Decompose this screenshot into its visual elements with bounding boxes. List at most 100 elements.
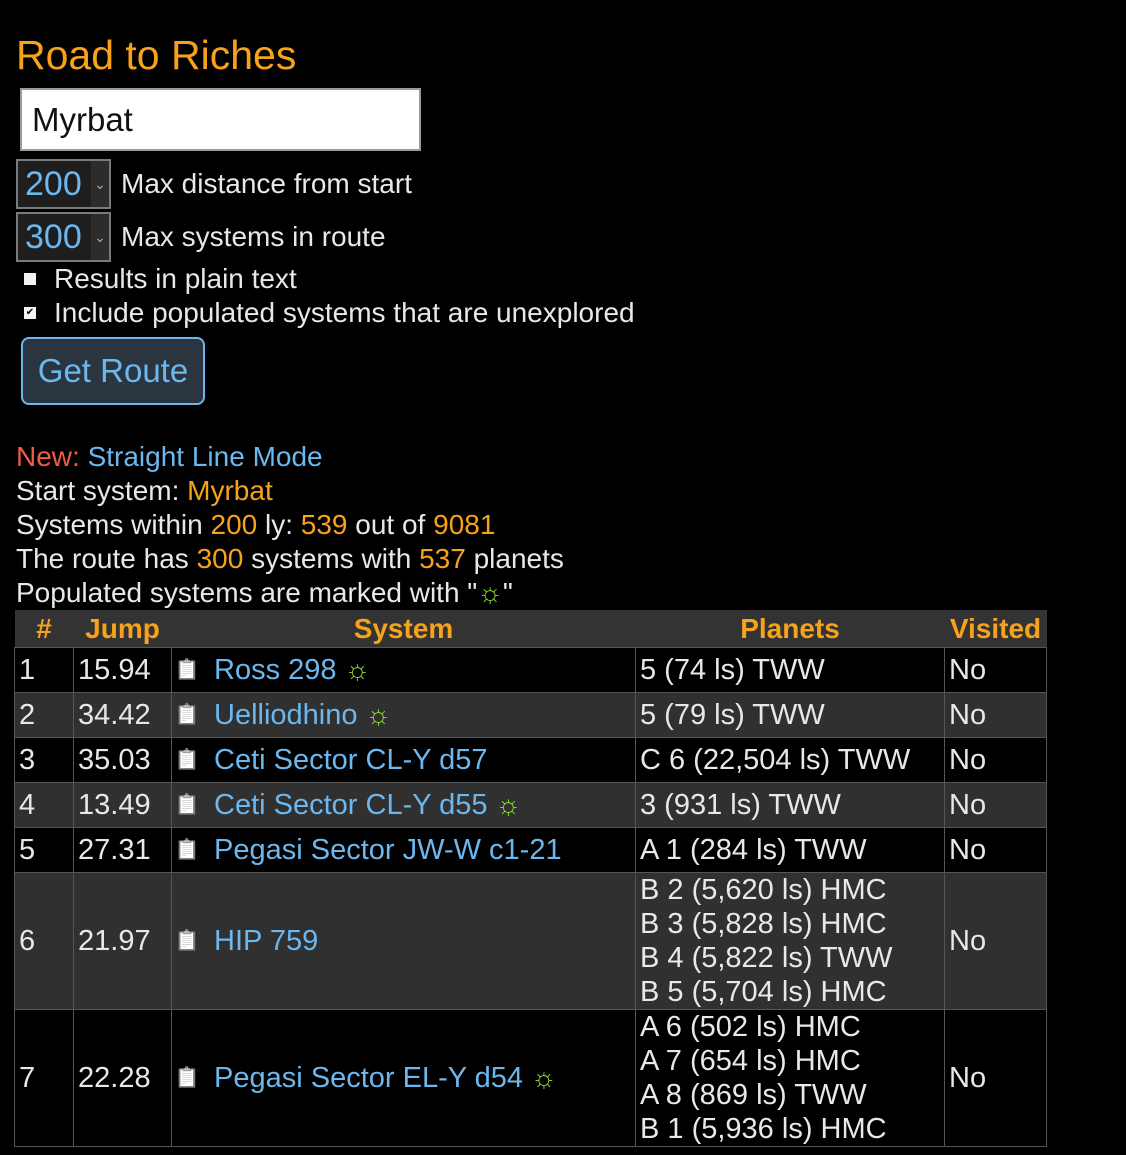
straight-line-mode-link[interactable]: Straight Line Mode bbox=[88, 441, 323, 472]
clipboard-icon[interactable]: 📋 bbox=[175, 1065, 200, 1091]
header-visited[interactable]: Visited bbox=[944, 610, 1047, 648]
new-mode-line: New: Straight Line Mode bbox=[16, 440, 323, 474]
include-unexplored-option: ✔ Include populated systems that are une… bbox=[24, 297, 635, 329]
system-cell-content: 📋 Ceti Sector CL-Y d55 ☼ bbox=[175, 788, 635, 822]
system-cell-content: 📋 Pegasi Sector JW-W c1-21 bbox=[175, 833, 635, 867]
cell-system: 📋 Uelliodhino ☼ bbox=[171, 692, 636, 738]
cell-visited[interactable]: No bbox=[944, 647, 1047, 693]
cell-jump: 35.03 bbox=[73, 737, 172, 783]
route-summary-mid: systems with bbox=[251, 543, 412, 574]
cell-jump: 27.31 bbox=[73, 827, 172, 873]
cell-jump: 22.28 bbox=[73, 1009, 172, 1147]
table-row: 1 15.94 📋 Ross 298 ☼ 5 (74 ls) TWW No bbox=[14, 647, 1047, 693]
clipboard-icon[interactable]: 📋 bbox=[175, 928, 200, 954]
max-systems-label: Max systems in route bbox=[121, 221, 386, 252]
cell-visited[interactable]: No bbox=[944, 737, 1047, 783]
max-distance-select[interactable]: 200 ⌄ bbox=[16, 159, 111, 209]
header-planets[interactable]: Planets bbox=[635, 610, 945, 648]
cell-visited[interactable]: No bbox=[944, 782, 1047, 828]
planet-entry: B 4 (5,822 ls) TWW bbox=[640, 942, 893, 974]
systems-within-text: Systems within bbox=[16, 509, 203, 540]
cell-planets: C 6 (22,504 ls) TWW bbox=[635, 737, 945, 783]
table-row: 3 35.03 📋 Ceti Sector CL-Y d57 C 6 (22,504 l… bbox=[14, 737, 1047, 783]
system-name-link[interactable]: HIP 759 bbox=[214, 924, 318, 958]
cell-visited[interactable]: No bbox=[944, 827, 1047, 873]
table-row: 7 22.28 📋 Pegasi Sector EL-Y d54 ☼ A 6 (502 l… bbox=[14, 1009, 1047, 1147]
route-planets-count: 537 bbox=[419, 543, 466, 574]
cell-planets: 3 (931 ls) TWW bbox=[635, 782, 945, 828]
clipboard-icon[interactable]: 📋 bbox=[175, 702, 200, 728]
systems-within-total: 9081 bbox=[433, 509, 496, 540]
cell-visited[interactable]: No bbox=[944, 872, 1047, 1010]
system-name-link[interactable]: Uelliodhino bbox=[214, 698, 358, 732]
system-cell-content: 📋 Ross 298 ☼ bbox=[175, 653, 635, 687]
cell-system: 📋 Ross 298 ☼ bbox=[171, 647, 636, 693]
route-summary-text: The route has bbox=[16, 543, 189, 574]
populated-legend-close: " bbox=[502, 577, 513, 608]
sun-icon: ☼ bbox=[477, 577, 503, 608]
planet-entry: B 2 (5,620 ls) HMC bbox=[640, 874, 887, 906]
cell-jump: 34.42 bbox=[73, 692, 172, 738]
system-name-link[interactable]: Ross 298 bbox=[214, 653, 337, 687]
cell-system: 📋 Pegasi Sector JW-W c1-21 bbox=[171, 827, 636, 873]
table-row: 2 34.42 📋 Uelliodhino ☼ 5 (79 ls) TWW No bbox=[14, 692, 1047, 738]
clipboard-icon[interactable]: 📋 bbox=[175, 837, 200, 863]
cell-visited[interactable]: No bbox=[944, 692, 1047, 738]
system-name-link[interactable]: Pegasi Sector EL-Y d54 bbox=[214, 1061, 523, 1095]
cell-num: 2 bbox=[14, 692, 74, 738]
systems-within-distance: 200 bbox=[210, 509, 258, 540]
max-systems-select[interactable]: 300 ⌄ bbox=[16, 212, 111, 262]
cell-jump: 21.97 bbox=[73, 872, 172, 1010]
clipboard-icon[interactable]: 📋 bbox=[175, 747, 200, 773]
cell-visited[interactable]: No bbox=[944, 1009, 1047, 1147]
cell-planets: 5 (74 ls) TWW bbox=[635, 647, 945, 693]
include-unexplored-label: Include populated systems that are unexp… bbox=[54, 297, 635, 328]
cell-system: 📋 Ceti Sector CL-Y d57 bbox=[171, 737, 636, 783]
systems-within-count: 539 bbox=[300, 509, 348, 540]
planet-entry: B 5 (5,704 ls) HMC bbox=[640, 976, 887, 1008]
plain-text-checkbox[interactable] bbox=[24, 273, 36, 285]
table-header-row: # Jump System Planets Visited bbox=[14, 610, 1047, 648]
cell-num: 5 bbox=[14, 827, 74, 873]
system-name-link[interactable]: Pegasi Sector JW-W c1-21 bbox=[214, 833, 562, 867]
chevron-down-icon: ⌄ bbox=[91, 161, 109, 207]
clipboard-icon[interactable]: 📋 bbox=[175, 657, 200, 683]
get-route-button[interactable]: Get Route bbox=[21, 337, 205, 405]
route-systems-count: 300 bbox=[196, 543, 244, 574]
plain-text-option: Results in plain text bbox=[24, 263, 297, 295]
include-unexplored-checkbox[interactable]: ✔ bbox=[24, 307, 36, 319]
header-jump[interactable]: Jump bbox=[73, 610, 172, 648]
sun-icon: ☼ bbox=[495, 789, 522, 820]
planet-entry: A 6 (502 ls) HMC bbox=[640, 1011, 861, 1043]
system-cell-content: 📋 Ceti Sector CL-Y d57 bbox=[175, 743, 635, 777]
planet-entry: A 7 (654 ls) HMC bbox=[640, 1045, 861, 1077]
cell-planets: B 2 (5,620 ls) HMC B 3 (5,828 ls) HMC B 4 … bbox=[635, 872, 945, 1010]
max-systems-row: 300 ⌄ Max systems in route bbox=[16, 212, 386, 262]
system-name-link[interactable]: Ceti Sector CL-Y d55 bbox=[214, 788, 488, 822]
table-row: 6 21.97 📋 HIP 759 B 2 (5,620 ls) HMC B 3 (5,8… bbox=[14, 872, 1047, 1010]
cell-system: 📋 HIP 759 bbox=[171, 872, 636, 1010]
system-cell-content: 📋 HIP 759 bbox=[175, 924, 635, 958]
header-system[interactable]: System bbox=[171, 610, 636, 648]
cell-num: 4 bbox=[14, 782, 74, 828]
cell-system: 📋 Ceti Sector CL-Y d55 ☼ bbox=[171, 782, 636, 828]
cell-num: 7 bbox=[14, 1009, 74, 1147]
clipboard-icon[interactable]: 📋 bbox=[175, 792, 200, 818]
header-num[interactable]: # bbox=[14, 610, 74, 648]
start-system-input[interactable] bbox=[20, 88, 421, 151]
sun-icon: ☼ bbox=[365, 699, 392, 730]
route-table: # Jump System Planets Visited 1 15.94 📋 Ros… bbox=[14, 610, 1047, 1147]
max-distance-value: 200 bbox=[25, 164, 82, 203]
planet-entry: C 6 (22,504 ls) TWW bbox=[640, 744, 911, 776]
sun-icon: ☼ bbox=[531, 1062, 557, 1093]
planet-entry: B 3 (5,828 ls) HMC bbox=[640, 908, 887, 940]
populated-legend-text: Populated systems are marked with " bbox=[16, 577, 478, 608]
systems-within-unit: ly: bbox=[265, 509, 293, 540]
populated-legend-line: Populated systems are marked with "☼" bbox=[16, 576, 513, 610]
system-cell-content: 📋 Pegasi Sector EL-Y d54 ☼ bbox=[175, 1061, 635, 1095]
cell-planets: A 1 (284 ls) TWW bbox=[635, 827, 945, 873]
cell-jump: 13.49 bbox=[73, 782, 172, 828]
planet-entry: 3 (931 ls) TWW bbox=[640, 789, 841, 821]
cell-planets: A 6 (502 ls) HMC A 7 (654 ls) HMC A 8 (869… bbox=[635, 1009, 945, 1147]
system-name-link[interactable]: Ceti Sector CL-Y d57 bbox=[214, 743, 488, 777]
